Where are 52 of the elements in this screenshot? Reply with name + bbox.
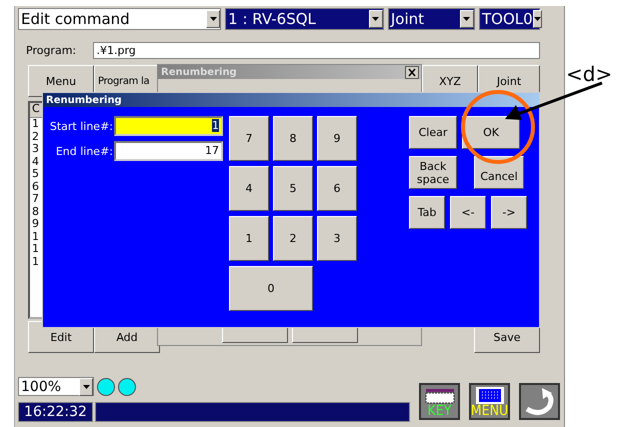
- line-input-field[interactable]: 17: [114, 141, 223, 161]
- line-number: 1: [32, 230, 39, 242]
- action-button[interactable]: Back space: [409, 156, 457, 189]
- clock: 16:22:32: [18, 402, 93, 422]
- zoom-dropdown[interactable]: 100%: [18, 377, 94, 396]
- action-button[interactable]: OK: [462, 116, 520, 149]
- dialog-title: Renumbering: [161, 66, 237, 78]
- line-number: 2: [32, 130, 39, 142]
- line-number: 6: [32, 180, 39, 192]
- action-button[interactable]: Clear: [409, 116, 457, 149]
- field-label: End line#:: [54, 144, 114, 158]
- menu-button[interactable]: MENU: [469, 383, 510, 420]
- line-input-field[interactable]: 1: [114, 116, 223, 136]
- line-number: 8: [32, 204, 39, 218]
- keypad-key[interactable]: 0: [229, 266, 313, 311]
- action-button[interactable]: <-: [450, 196, 486, 229]
- field-label: Start line#:: [48, 120, 114, 132]
- grid-icon: [474, 387, 504, 404]
- keypad-key[interactable]: 3: [317, 216, 357, 261]
- keyboard-icon: [424, 388, 454, 404]
- back-button[interactable]: [519, 383, 560, 420]
- frame-dropdown[interactable]: Joint: [388, 8, 475, 30]
- line-number: 1: [32, 117, 39, 130]
- keypad-key[interactable]: 7: [229, 116, 269, 161]
- status-dot: [97, 378, 115, 396]
- line-number: 5: [32, 167, 39, 180]
- close-icon[interactable]: [405, 66, 419, 78]
- line-number: 1: [32, 254, 39, 268]
- line-number: 4: [32, 154, 39, 168]
- keypad-key[interactable]: 4: [229, 166, 269, 211]
- curved-arrow-icon: [524, 386, 556, 416]
- line-number: 1: [32, 242, 39, 255]
- dialog-title: Renumbering: [43, 93, 539, 107]
- keypad-key[interactable]: 1: [229, 216, 269, 261]
- keypad-key[interactable]: 8: [273, 116, 313, 161]
- keypad-key[interactable]: 2: [273, 216, 313, 261]
- line-number: 7: [32, 192, 39, 205]
- action-button[interactable]: Tab: [409, 196, 445, 229]
- status-dot: [118, 378, 136, 396]
- program-label: Program:: [26, 44, 78, 57]
- keypad-key[interactable]: 9: [317, 116, 357, 161]
- line-number: 9: [32, 217, 39, 230]
- tool-dropdown[interactable]: TOOL0: [478, 8, 540, 30]
- keypad-key[interactable]: 6: [317, 166, 357, 211]
- action-button[interactable]: ->: [491, 196, 527, 229]
- mode-dropdown[interactable]: Edit command: [18, 8, 222, 30]
- callout-label: <d>: [566, 62, 612, 86]
- program-field[interactable]: .¥1.prg: [93, 42, 540, 59]
- action-button[interactable]: Cancel: [474, 156, 524, 189]
- line-number: 3: [32, 142, 39, 155]
- keypad-key[interactable]: 5: [273, 166, 313, 211]
- robot-dropdown[interactable]: 1 : RV-6SQL: [225, 8, 384, 30]
